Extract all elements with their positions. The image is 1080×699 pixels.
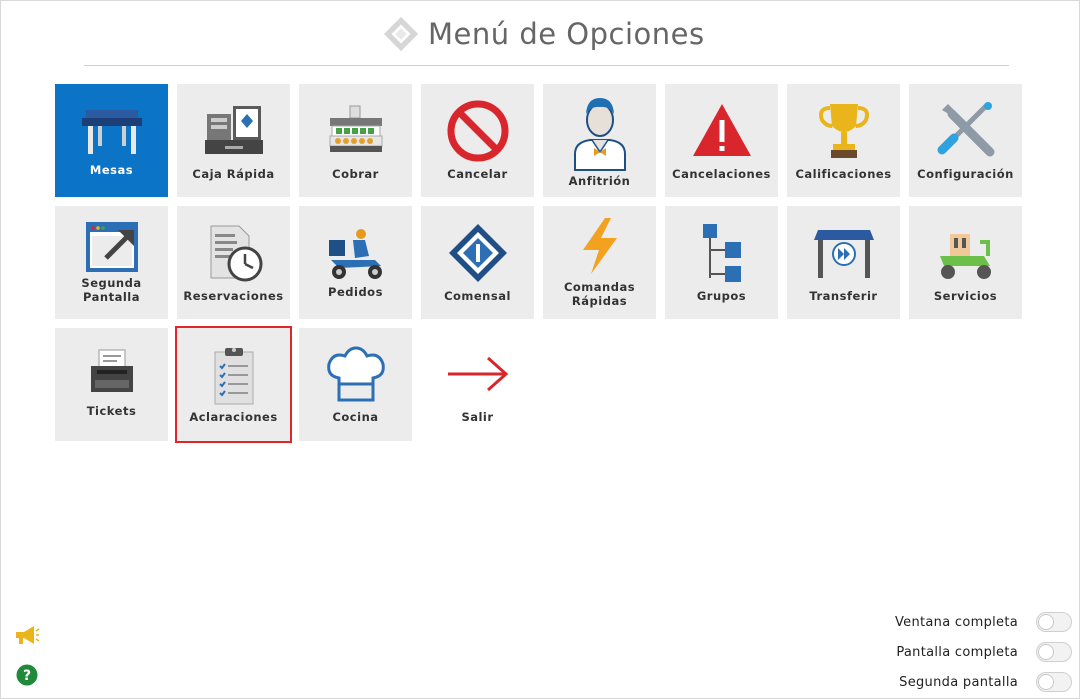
tile-segunda-pantalla[interactable]: Segunda Pantalla bbox=[55, 206, 168, 319]
tile-transferir[interactable]: Transferir bbox=[787, 206, 900, 319]
tile-configuracion[interactable]: Configuración bbox=[909, 84, 1022, 197]
tile-label: Anfitrión bbox=[568, 174, 631, 188]
tile-comandas-rapidas[interactable]: Comandas Rápidas bbox=[543, 206, 656, 319]
tile-calificaciones[interactable]: Calificaciones bbox=[787, 84, 900, 197]
toggle-switch[interactable] bbox=[1036, 612, 1072, 632]
trophy-icon bbox=[818, 104, 869, 158]
cash-drawer-icon bbox=[329, 105, 382, 152]
tile-label: Cobrar bbox=[332, 167, 379, 181]
delivery-scooter-icon bbox=[328, 229, 382, 279]
service-scooter-icon bbox=[939, 234, 991, 279]
second-screen-icon bbox=[85, 222, 138, 272]
tile-label: Calificaciones bbox=[795, 167, 892, 181]
diamond-logo-icon bbox=[383, 16, 419, 52]
reservation-clock-icon bbox=[210, 225, 262, 282]
tile-caja-rapida[interactable]: Caja Rápida bbox=[177, 84, 290, 197]
toggle-label: Segunda pantalla bbox=[899, 674, 1018, 690]
tile-label: Comensal bbox=[444, 289, 511, 303]
tile-label: Cocina bbox=[332, 410, 379, 424]
diner-icon bbox=[448, 224, 507, 282]
toggle-label: Pantalla completa bbox=[896, 644, 1018, 660]
toggle-pantalla-completa[interactable]: Pantalla completa bbox=[896, 641, 1072, 663]
prohibited-icon bbox=[447, 100, 508, 162]
tools-icon bbox=[937, 102, 994, 157]
tile-label: Transferir bbox=[809, 289, 878, 303]
tile-label: Configuración bbox=[917, 167, 1014, 181]
tile-label: Servicios bbox=[933, 289, 998, 303]
svg-text:?: ? bbox=[23, 668, 31, 684]
tile-mesas[interactable]: Mesas bbox=[55, 84, 168, 197]
tile-label: Caja Rápida bbox=[192, 167, 275, 181]
table-icon bbox=[81, 110, 142, 154]
transfer-table-icon bbox=[813, 230, 874, 278]
tile-label: Salir bbox=[461, 410, 494, 424]
tile-label: Segunda Pantalla bbox=[81, 276, 142, 304]
tile-label: Pedidos bbox=[328, 285, 383, 299]
header: Menú de Opciones bbox=[382, 12, 705, 56]
ticket-printer-icon bbox=[90, 349, 133, 392]
tile-tickets[interactable]: Tickets bbox=[55, 328, 168, 441]
host-icon bbox=[573, 98, 626, 171]
toggle-switch[interactable] bbox=[1036, 642, 1072, 662]
tile-cocina[interactable]: Cocina bbox=[299, 328, 412, 441]
tile-cobrar[interactable]: Cobrar bbox=[299, 84, 412, 197]
tile-pedidos[interactable]: Pedidos bbox=[299, 206, 412, 319]
tile-label: Comandas Rápidas bbox=[563, 280, 636, 308]
toggle-segunda-pantalla[interactable]: Segunda pantalla bbox=[899, 671, 1072, 693]
tile-label: Cancelaciones bbox=[672, 167, 771, 181]
tile-cancelaciones[interactable]: Cancelaciones bbox=[665, 84, 778, 197]
toggle-label: Ventana completa bbox=[894, 614, 1018, 630]
clipboard-checklist-icon bbox=[214, 348, 253, 405]
tile-label: Cancelar bbox=[447, 167, 508, 181]
tile-grupos[interactable]: Grupos bbox=[665, 206, 778, 319]
toggle-switch[interactable] bbox=[1036, 672, 1072, 692]
tile-label: Aclaraciones bbox=[189, 410, 278, 424]
megaphone-icon[interactable] bbox=[14, 624, 40, 646]
page-title: Menú de Opciones bbox=[428, 17, 705, 51]
warning-icon bbox=[692, 104, 751, 156]
help-icon[interactable]: ? bbox=[16, 664, 38, 686]
tile-salir[interactable]: Salir bbox=[421, 328, 534, 441]
tile-aclaraciones[interactable]: Aclaraciones bbox=[175, 326, 292, 443]
tile-label: Mesas bbox=[89, 163, 134, 177]
tile-cancelar[interactable]: Cancelar bbox=[421, 84, 534, 197]
tile-anfitrion[interactable]: Anfitrión bbox=[543, 84, 656, 197]
arrow-right-icon bbox=[447, 356, 508, 392]
tile-servicios[interactable]: Servicios bbox=[909, 206, 1022, 319]
cash-register-icon bbox=[204, 106, 263, 154]
tile-reservaciones[interactable]: Reservaciones bbox=[177, 206, 290, 319]
tile-label: Reservaciones bbox=[183, 289, 284, 303]
groups-tree-icon bbox=[702, 224, 741, 282]
tile-label: Tickets bbox=[86, 404, 137, 418]
header-divider bbox=[84, 65, 1009, 66]
toggle-ventana-completa[interactable]: Ventana completa bbox=[895, 611, 1072, 633]
tile-label: Grupos bbox=[696, 289, 747, 303]
lightning-icon bbox=[582, 218, 617, 274]
chef-hat-icon bbox=[326, 346, 385, 402]
tile-comensal[interactable]: Comensal bbox=[421, 206, 534, 319]
